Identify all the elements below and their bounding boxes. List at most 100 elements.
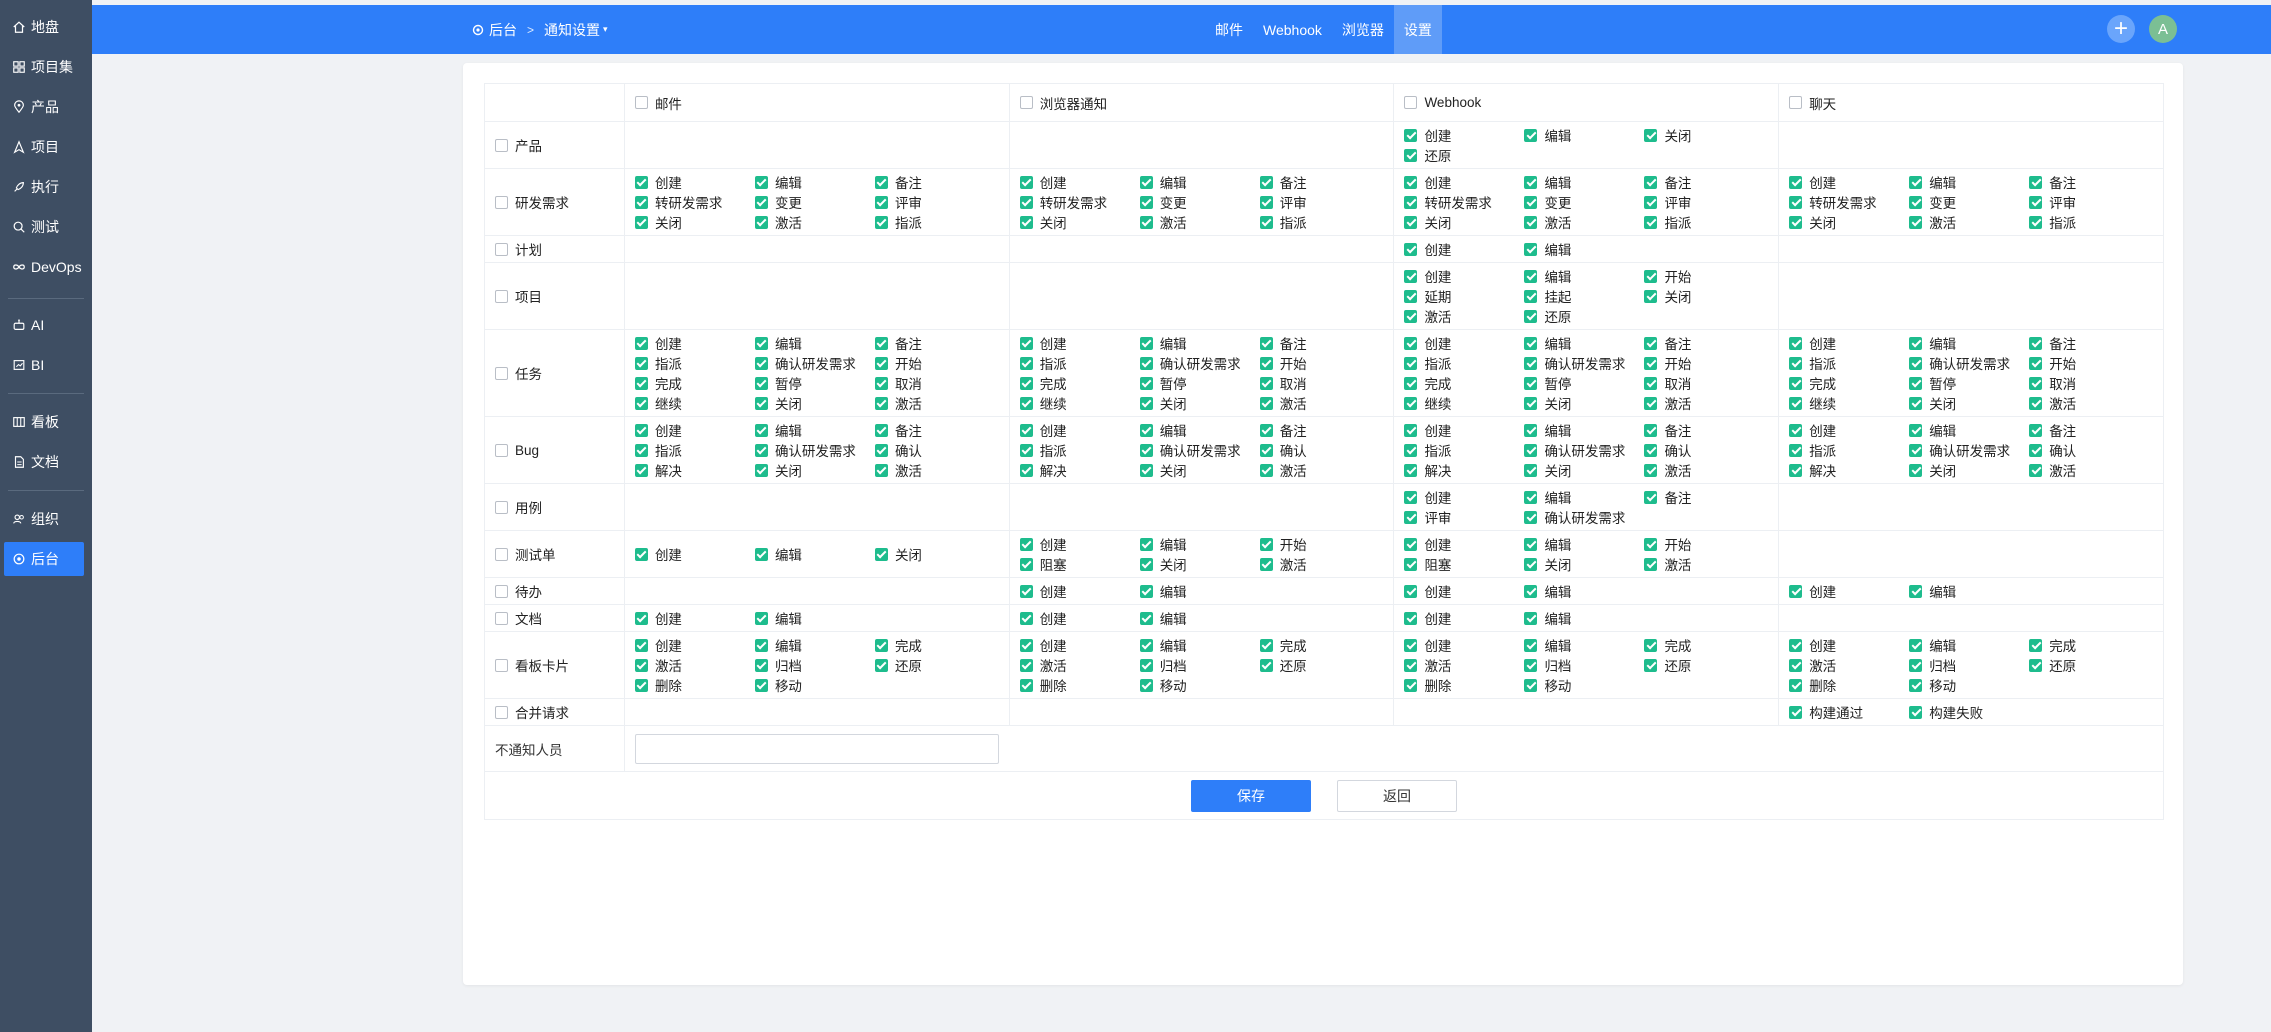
sidebar-item-11[interactable]: 组织: [4, 502, 84, 536]
sidebar-item-3[interactable]: 项目: [4, 130, 84, 164]
action-checkbox[interactable]: 暂停: [1524, 373, 1644, 393]
sidebar-item-10[interactable]: 文档: [4, 445, 84, 479]
action-checkbox[interactable]: 编辑: [754, 420, 875, 440]
action-checkbox[interactable]: 关闭: [1139, 460, 1260, 480]
action-checkbox[interactable]: 创建: [1789, 172, 1909, 192]
action-checkbox[interactable]: 编辑: [754, 608, 875, 628]
action-checkbox[interactable]: 指派: [1789, 353, 1909, 373]
action-checkbox[interactable]: 变更: [1139, 192, 1260, 212]
action-checkbox[interactable]: 转研发需求: [634, 192, 755, 212]
action-checkbox[interactable]: 创建: [1789, 420, 1909, 440]
avatar[interactable]: A: [2149, 15, 2177, 43]
sidebar-item-5[interactable]: 测试: [4, 210, 84, 244]
tab-webhook[interactable]: Webhook: [1253, 5, 1332, 54]
action-checkbox[interactable]: 确认研发需求: [1909, 440, 2029, 460]
action-checkbox[interactable]: 确认研发需求: [754, 440, 875, 460]
action-checkbox[interactable]: 创建: [1019, 635, 1140, 655]
action-checkbox[interactable]: 编辑: [1524, 125, 1644, 145]
action-checkbox[interactable]: 删除: [1019, 675, 1140, 695]
action-checkbox[interactable]: 评审: [1259, 192, 1380, 212]
action-checkbox[interactable]: 创建: [1404, 534, 1524, 554]
action-checkbox[interactable]: 指派: [1789, 440, 1909, 460]
action-checkbox[interactable]: 转研发需求: [1789, 192, 1909, 212]
tab-settings[interactable]: 设置: [1393, 5, 1442, 54]
action-checkbox[interactable]: 确认研发需求: [1524, 353, 1644, 373]
action-checkbox[interactable]: 激活: [1524, 212, 1644, 232]
action-checkbox[interactable]: 创建: [1404, 420, 1524, 440]
sidebar-item-9[interactable]: 看板: [4, 405, 84, 439]
action-checkbox[interactable]: 归档: [754, 655, 875, 675]
action-checkbox[interactable]: 完成: [2029, 635, 2149, 655]
action-checkbox[interactable]: 指派: [2029, 212, 2149, 232]
action-checkbox[interactable]: 暂停: [1909, 373, 2029, 393]
action-checkbox[interactable]: 激活: [634, 655, 755, 675]
sidebar-item-1[interactable]: 项目集: [4, 50, 84, 84]
action-checkbox[interactable]: 编辑: [1139, 635, 1260, 655]
action-checkbox[interactable]: 激活: [754, 212, 875, 232]
action-checkbox[interactable]: 转研发需求: [1404, 192, 1524, 212]
action-checkbox[interactable]: 备注: [1259, 420, 1380, 440]
action-checkbox[interactable]: 编辑: [754, 172, 875, 192]
action-checkbox[interactable]: 创建: [1404, 172, 1524, 192]
column-select-checkbox[interactable]: Webhook: [1404, 93, 1524, 113]
action-checkbox[interactable]: 备注: [1644, 172, 1764, 192]
action-checkbox[interactable]: 变更: [1524, 192, 1644, 212]
action-checkbox[interactable]: 激活: [874, 460, 995, 480]
action-checkbox[interactable]: 编辑: [1524, 266, 1644, 286]
action-checkbox[interactable]: 指派: [1404, 440, 1524, 460]
action-checkbox[interactable]: 编辑: [1524, 239, 1644, 259]
sidebar-item-6[interactable]: DevOps: [4, 250, 84, 284]
action-checkbox[interactable]: 创建: [1019, 534, 1140, 554]
action-checkbox[interactable]: 暂停: [1139, 373, 1260, 393]
action-checkbox[interactable]: 完成: [1019, 373, 1140, 393]
row-select-checkbox[interactable]: 项目: [495, 286, 542, 306]
action-checkbox[interactable]: 移动: [754, 675, 875, 695]
action-checkbox[interactable]: 关闭: [1524, 554, 1644, 574]
action-checkbox[interactable]: 创建: [1404, 333, 1524, 353]
back-button[interactable]: 返回: [1337, 779, 1457, 812]
action-checkbox[interactable]: 激活: [1019, 655, 1140, 675]
action-checkbox[interactable]: 备注: [1644, 420, 1764, 440]
action-checkbox[interactable]: 创建: [1404, 608, 1524, 628]
action-checkbox[interactable]: 移动: [1909, 675, 2029, 695]
action-checkbox[interactable]: 编辑: [1139, 420, 1260, 440]
column-select-checkbox[interactable]: 邮件: [634, 93, 755, 113]
action-checkbox[interactable]: 编辑: [1139, 608, 1260, 628]
action-checkbox[interactable]: 删除: [1404, 675, 1524, 695]
sidebar-item-2[interactable]: 产品: [4, 90, 84, 124]
column-select-checkbox[interactable]: 聊天: [1789, 93, 1909, 113]
action-checkbox[interactable]: 确认研发需求: [1909, 353, 2029, 373]
action-checkbox[interactable]: 编辑: [1524, 608, 1644, 628]
breadcrumb-root[interactable]: 后台: [489, 20, 517, 40]
action-checkbox[interactable]: 创建: [634, 172, 755, 192]
action-checkbox[interactable]: 关闭: [634, 212, 755, 232]
action-checkbox[interactable]: 创建: [1019, 333, 1140, 353]
action-checkbox[interactable]: 编辑: [1139, 581, 1260, 601]
action-checkbox[interactable]: 关闭: [1404, 212, 1524, 232]
row-select-checkbox[interactable]: Bug: [495, 440, 539, 460]
action-checkbox[interactable]: 开始: [1644, 534, 1764, 554]
save-button[interactable]: 保存: [1191, 779, 1311, 812]
action-checkbox[interactable]: 激活: [1644, 460, 1764, 480]
action-checkbox[interactable]: 移动: [1524, 675, 1644, 695]
action-checkbox[interactable]: 备注: [1259, 333, 1380, 353]
action-checkbox[interactable]: 编辑: [1139, 172, 1260, 192]
breadcrumb-current[interactable]: 通知设置: [544, 20, 600, 40]
action-checkbox[interactable]: 完成: [1644, 635, 1764, 655]
action-checkbox[interactable]: 编辑: [1524, 581, 1644, 601]
action-checkbox[interactable]: 关闭: [754, 393, 875, 413]
row-select-checkbox[interactable]: 研发需求: [495, 192, 569, 212]
action-checkbox[interactable]: 变更: [754, 192, 875, 212]
action-checkbox[interactable]: 关闭: [1139, 393, 1260, 413]
action-checkbox[interactable]: 编辑: [754, 333, 875, 353]
action-checkbox[interactable]: 创建: [1789, 581, 1909, 601]
action-checkbox[interactable]: 激活: [1644, 393, 1764, 413]
action-checkbox[interactable]: 创建: [1404, 487, 1524, 507]
action-checkbox[interactable]: 编辑: [1139, 534, 1260, 554]
action-checkbox[interactable]: 激活: [2029, 460, 2149, 480]
action-checkbox[interactable]: 延期: [1404, 286, 1524, 306]
row-select-checkbox[interactable]: 测试单: [495, 544, 556, 564]
action-checkbox[interactable]: 还原: [1644, 655, 1764, 675]
sidebar-item-4[interactable]: 执行: [4, 170, 84, 204]
action-checkbox[interactable]: 备注: [1259, 172, 1380, 192]
